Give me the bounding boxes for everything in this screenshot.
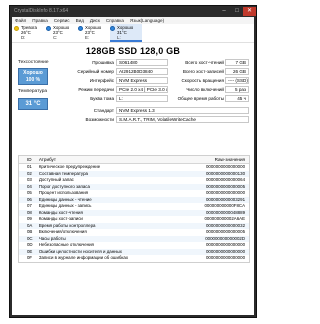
- disk-letter: E:: [85, 35, 90, 41]
- menu-service[interactable]: Сервис: [54, 18, 70, 23]
- attribute-raw-value: 0000000000000000: [205, 255, 246, 260]
- interface-label: Интерфейс: [89, 78, 114, 83]
- health-percent: 100 %: [25, 77, 41, 84]
- menu-language[interactable]: Язык(Language): [130, 18, 164, 23]
- firmware-label: Прошивка: [92, 60, 114, 65]
- disk-selector-l[interactable]: Хорошо 31°C L:: [110, 24, 142, 42]
- smart-table-body: 01 Критическое предупреждение 000000000000…: [19, 164, 249, 262]
- app-window: CrystalDiskInfo 8.17.x64 – □ ✕ Файл Прав…: [9, 5, 257, 318]
- power-on-hours-value: 45 ч: [225, 95, 249, 102]
- disk-letter: C:: [53, 35, 58, 41]
- rotation-speed-label: Скорость вращения: [181, 78, 224, 83]
- transfer-mode-value: PCIe 2.0 x4 | PCIe 3.0 x4: [116, 86, 168, 93]
- health-label: Техсостояние: [18, 60, 49, 65]
- close-icon[interactable]: ✕: [243, 7, 256, 16]
- standard-value: NVM Express 1.3: [116, 107, 249, 114]
- rotation-speed-value: ---- (SSD): [225, 77, 249, 84]
- disk-selector-c[interactable]: Хорошо 23°C C:: [46, 24, 78, 42]
- smart-table: ID Атрибут Raw-значения 01 Критическое пр…: [18, 155, 250, 263]
- attribute-name: Записи в журнале информации об ошибках: [38, 255, 129, 260]
- disk-letter: D:: [21, 35, 26, 41]
- good-status-icon: [78, 26, 83, 31]
- drive-title: 128GB SSD 128,0 GB: [85, 46, 181, 56]
- temperature-box[interactable]: 31 °C: [18, 98, 48, 110]
- power-on-count-value: 5 раз: [225, 86, 249, 93]
- minimize-icon[interactable]: –: [218, 7, 230, 16]
- table-row[interactable]: 0F Записи в журнале информации об ошибках…: [19, 255, 249, 262]
- client-area: Файл Правка Сервис Вид Диск Справка Язык…: [12, 17, 254, 315]
- disk-letter: L:: [117, 35, 121, 41]
- power-on-count-label: Число включений: [186, 87, 224, 92]
- column-raw-values[interactable]: Raw-значения: [174, 157, 249, 162]
- transfer-mode-label: Режим передачи: [78, 87, 114, 92]
- volume-letter-label: Буква тома: [90, 96, 114, 101]
- menu-edit[interactable]: Правка: [32, 18, 48, 23]
- health-status-box[interactable]: Хорошо 100 %: [18, 68, 48, 85]
- drive-info-panel: Техсостояние Хорошо 100 % Температура 31…: [12, 58, 254, 130]
- temperature-label: Температура: [18, 89, 48, 94]
- menu-file[interactable]: Файл: [15, 18, 26, 23]
- column-id[interactable]: ID: [27, 157, 39, 162]
- warning-status-icon: [14, 26, 19, 31]
- title-bar[interactable]: CrystalDiskInfo 8.17.x64 – □ ✕: [10, 6, 256, 17]
- serial-label: Серийный номер: [77, 69, 114, 74]
- standard-label: Стандарт: [93, 108, 114, 113]
- volume-letter-value: L:: [116, 95, 168, 102]
- features-label: Возможности: [85, 117, 114, 122]
- disk-selector-d[interactable]: Тревога 26°C D:: [14, 24, 46, 42]
- interface-value: NVM Express: [116, 77, 168, 84]
- menu-help[interactable]: Справка: [106, 18, 124, 23]
- menu-bar: Файл Правка Сервис Вид Диск Справка Язык…: [12, 17, 254, 24]
- host-writes-label: Всего хост-записей: [182, 69, 224, 74]
- disk-status-bar: Тревога 26°C D: Хорошо 23°C C: Хорошо 23…: [12, 24, 254, 43]
- features-value: S.M.A.R.T., TRIM, VolatileWriteCache: [116, 116, 249, 123]
- serial-value: AI2912B0D3840: [116, 68, 168, 75]
- health-status: Хорошо: [23, 70, 43, 76]
- host-writes-value: 26 GB: [225, 68, 249, 75]
- column-attribute[interactable]: Атрибут: [39, 157, 174, 162]
- good-status-icon: [110, 26, 115, 31]
- menu-disk[interactable]: Диск: [90, 18, 100, 23]
- host-reads-value: 7 GB: [225, 59, 249, 66]
- firmware-value: S061480: [116, 59, 168, 66]
- good-status-icon: [46, 26, 51, 31]
- disk-selector-e[interactable]: Хорошо 23°C E:: [78, 24, 110, 42]
- attribute-id: 0F: [26, 255, 33, 260]
- power-on-hours-label: Общее время работы: [177, 96, 224, 101]
- host-reads-label: Всего хост-чтений: [185, 60, 224, 65]
- window-title: CrystalDiskInfo 8.17.x64: [14, 8, 69, 14]
- maximize-icon[interactable]: □: [231, 7, 243, 16]
- smart-table-header: ID Атрибут Raw-значения: [19, 156, 249, 164]
- menu-view[interactable]: Вид: [76, 18, 84, 23]
